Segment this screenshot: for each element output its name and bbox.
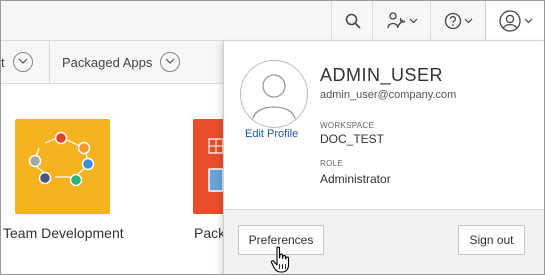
nav-item-partial[interactable]: t <box>1 41 33 83</box>
team-development-tile[interactable] <box>15 119 110 214</box>
sign-out-button[interactable]: Sign out <box>458 225 525 255</box>
user-silhouette-icon <box>252 74 296 120</box>
user-email: admin_user@company.com <box>320 89 457 101</box>
tile-label[interactable]: Pack <box>194 225 223 241</box>
help-menu-button[interactable] <box>430 1 486 40</box>
workspace-label: WORKSPACE <box>320 121 375 130</box>
workspace-value: DOC_TEST <box>320 132 385 146</box>
help-icon <box>444 12 462 29</box>
nav-item-packaged-apps[interactable]: Packaged Apps <box>49 41 181 83</box>
wrench-person-icon <box>386 11 406 28</box>
window: t Packaged Apps Team Development Pack Ed… <box>0 0 545 275</box>
role-label: ROLE <box>320 159 343 168</box>
edit-profile-link[interactable]: Edit Profile <box>245 128 298 140</box>
avatar[interactable] <box>240 60 308 128</box>
chevron-down-icon <box>464 18 473 23</box>
app-nav-bar: t Packaged Apps <box>1 41 223 84</box>
search-button[interactable] <box>331 1 373 40</box>
chevron-down-icon[interactable] <box>160 52 181 72</box>
tile-label[interactable]: Team Development <box>3 225 124 241</box>
chevron-down-icon <box>524 18 532 23</box>
user-icon <box>498 9 521 32</box>
packaged-app-tile[interactable] <box>193 119 223 214</box>
role-value: Administrator <box>320 172 391 186</box>
user-menu-dropdown: Edit Profile ADMIN_USER admin_user@compa… <box>223 41 544 274</box>
nav-item-label: t <box>1 54 5 70</box>
username: ADMIN_USER <box>320 65 444 85</box>
hand-cursor-icon <box>270 246 290 273</box>
nav-item-label: Packaged Apps <box>62 54 153 70</box>
search-icon <box>345 13 361 29</box>
administration-menu-button[interactable] <box>372 1 431 40</box>
user-menu-button[interactable] <box>485 1 544 40</box>
top-toolbar <box>1 1 544 41</box>
chevron-down-icon[interactable] <box>12 52 33 72</box>
team-cycle-icon <box>28 131 95 187</box>
package-icon <box>208 138 223 192</box>
chevron-down-icon <box>409 18 417 23</box>
